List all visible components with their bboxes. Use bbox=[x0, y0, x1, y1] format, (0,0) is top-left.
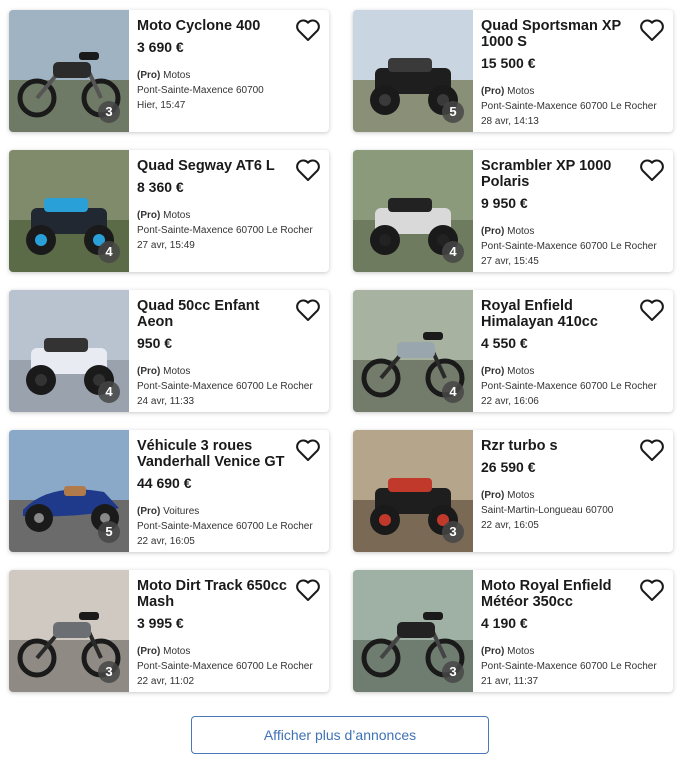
listing-card[interactable]: 4 Quad 50cc Enfant Aeon 950 € (Pro) Moto… bbox=[9, 290, 329, 412]
listing-meta: (Pro) Voitures Pont-Sainte-Maxence 60700… bbox=[137, 504, 323, 549]
photo-count-badge: 5 bbox=[442, 101, 464, 123]
listing-price: 950 € bbox=[137, 335, 173, 351]
listing-price: 15 500 € bbox=[481, 55, 536, 71]
listing-location: Pont-Sainte-Maxence 60700 Le Rocher bbox=[137, 521, 313, 532]
listing-photo[interactable]: 3 bbox=[353, 570, 473, 692]
listing-date: 21 avr, 11:37 bbox=[481, 676, 539, 687]
favorite-heart-icon[interactable] bbox=[639, 438, 665, 462]
listing-card[interactable]: 3 Rzr turbo s 26 590 € (Pro) Motos Saint… bbox=[353, 430, 673, 552]
listing-date: 22 avr, 11:02 bbox=[137, 676, 195, 687]
listing-meta: (Pro) Motos Pont-Sainte-Maxence 60700 Le… bbox=[137, 364, 323, 409]
listing-photo[interactable]: 5 bbox=[353, 10, 473, 132]
listing-category: (Pro) Motos bbox=[137, 366, 191, 377]
listing-photo[interactable]: 3 bbox=[9, 570, 129, 692]
listing-meta: (Pro) Motos Saint-Martin-Longueau 60700 … bbox=[481, 488, 667, 533]
favorite-heart-icon[interactable] bbox=[295, 298, 321, 322]
listing-location: Saint-Martin-Longueau 60700 bbox=[481, 505, 614, 516]
listing-card[interactable]: 3 Moto Royal Enfield Météor 350cc 4 190 … bbox=[353, 570, 673, 692]
favorite-heart-icon[interactable] bbox=[639, 298, 665, 322]
listing-price: 9 950 € bbox=[481, 195, 528, 211]
listing-card[interactable]: 3 Moto Dirt Track 650cc Mash 3 995 € (Pr… bbox=[9, 570, 329, 692]
listing-card[interactable]: 3 Moto Cyclone 400 3 690 € (Pro) Motos P… bbox=[9, 10, 329, 132]
listing-card[interactable]: 4 Royal Enfield Himalayan 410cc 4 550 € … bbox=[353, 290, 673, 412]
listing-date: 24 avr, 11:33 bbox=[137, 396, 195, 407]
listing-category: (Pro) Motos bbox=[137, 210, 191, 221]
listing-meta: (Pro) Motos Pont-Sainte-Maxence 60700 Le… bbox=[137, 208, 323, 253]
photo-count-badge: 4 bbox=[442, 381, 464, 403]
listing-meta: (Pro) Motos Pont-Sainte-Maxence 60700 Le… bbox=[137, 644, 323, 689]
listing-category: (Pro) Voitures bbox=[137, 506, 200, 517]
listing-photo[interactable]: 5 bbox=[9, 430, 129, 552]
favorite-heart-icon[interactable] bbox=[295, 158, 321, 182]
favorite-heart-icon[interactable] bbox=[639, 578, 665, 602]
listing-category: (Pro) Motos bbox=[481, 86, 535, 97]
listing-location: Pont-Sainte-Maxence 60700 Le Rocher bbox=[481, 381, 657, 392]
listing-location: Pont-Sainte-Maxence 60700 bbox=[137, 85, 264, 96]
listing-location: Pont-Sainte-Maxence 60700 Le Rocher bbox=[137, 225, 313, 236]
photo-count-badge: 3 bbox=[98, 101, 120, 123]
photo-count-badge: 4 bbox=[98, 381, 120, 403]
listing-card[interactable]: 5 Quad Sportsman XP 1000 S 15 500 € (Pro… bbox=[353, 10, 673, 132]
listing-date: 27 avr, 15:49 bbox=[137, 240, 195, 251]
show-more-button[interactable]: Afficher plus d’annonces bbox=[191, 716, 489, 754]
listing-date: 27 avr, 15:45 bbox=[481, 256, 539, 267]
listing-photo[interactable]: 4 bbox=[353, 290, 473, 412]
listing-category: (Pro) Motos bbox=[481, 366, 535, 377]
photo-count-badge: 4 bbox=[98, 241, 120, 263]
listing-date: 22 avr, 16:05 bbox=[481, 520, 539, 531]
listing-location: Pont-Sainte-Maxence 60700 Le Rocher bbox=[481, 101, 657, 112]
photo-count-badge: 5 bbox=[98, 521, 120, 543]
listing-photo[interactable]: 4 bbox=[353, 150, 473, 272]
favorite-heart-icon[interactable] bbox=[639, 158, 665, 182]
listing-meta: (Pro) Motos Pont-Sainte-Maxence 60700 Le… bbox=[481, 364, 667, 409]
favorite-heart-icon[interactable] bbox=[295, 18, 321, 42]
listing-card[interactable]: 5 Véhicule 3 roues Vanderhall Venice GT … bbox=[9, 430, 329, 552]
listing-category: (Pro) Motos bbox=[481, 490, 535, 501]
listing-date: 28 avr, 14:13 bbox=[481, 116, 539, 127]
favorite-heart-icon[interactable] bbox=[295, 438, 321, 462]
photo-count-badge: 4 bbox=[442, 241, 464, 263]
photo-count-badge: 3 bbox=[98, 661, 120, 683]
listing-location: Pont-Sainte-Maxence 60700 Le Rocher bbox=[137, 661, 313, 672]
listing-meta: (Pro) Motos Pont-Sainte-Maxence 60700 Le… bbox=[481, 224, 667, 269]
listing-meta: (Pro) Motos Pont-Sainte-Maxence 60700 Hi… bbox=[137, 68, 323, 113]
photo-count-badge: 3 bbox=[442, 661, 464, 683]
listing-price: 4 550 € bbox=[481, 335, 528, 351]
listing-location: Pont-Sainte-Maxence 60700 Le Rocher bbox=[481, 661, 657, 672]
listing-location: Pont-Sainte-Maxence 60700 Le Rocher bbox=[481, 241, 657, 252]
listing-card[interactable]: 4 Scrambler XP 1000 Polaris 9 950 € (Pro… bbox=[353, 150, 673, 272]
listing-card[interactable]: 4 Quad Segway AT6 L 8 360 € (Pro) Motos … bbox=[9, 150, 329, 272]
listing-meta: (Pro) Motos Pont-Sainte-Maxence 60700 Le… bbox=[481, 644, 667, 689]
listing-category: (Pro) Motos bbox=[137, 70, 191, 81]
listing-meta: (Pro) Motos Pont-Sainte-Maxence 60700 Le… bbox=[481, 84, 667, 129]
listing-category: (Pro) Motos bbox=[481, 226, 535, 237]
listing-date: 22 avr, 16:05 bbox=[137, 536, 195, 547]
listing-date: 22 avr, 16:06 bbox=[481, 396, 539, 407]
listing-category: (Pro) Motos bbox=[137, 646, 191, 657]
listing-category: (Pro) Motos bbox=[481, 646, 535, 657]
favorite-heart-icon[interactable] bbox=[639, 18, 665, 42]
listing-price: 44 690 € bbox=[137, 475, 192, 491]
listing-price: 4 190 € bbox=[481, 615, 528, 631]
listing-photo[interactable]: 4 bbox=[9, 150, 129, 272]
photo-count-badge: 3 bbox=[442, 521, 464, 543]
listing-price: 3 995 € bbox=[137, 615, 184, 631]
listing-photo[interactable]: 3 bbox=[353, 430, 473, 552]
listing-photo[interactable]: 4 bbox=[9, 290, 129, 412]
listing-photo[interactable]: 3 bbox=[9, 10, 129, 132]
listing-date: Hier, 15:47 bbox=[137, 100, 186, 111]
favorite-heart-icon[interactable] bbox=[295, 578, 321, 602]
listing-location: Pont-Sainte-Maxence 60700 Le Rocher bbox=[137, 381, 313, 392]
